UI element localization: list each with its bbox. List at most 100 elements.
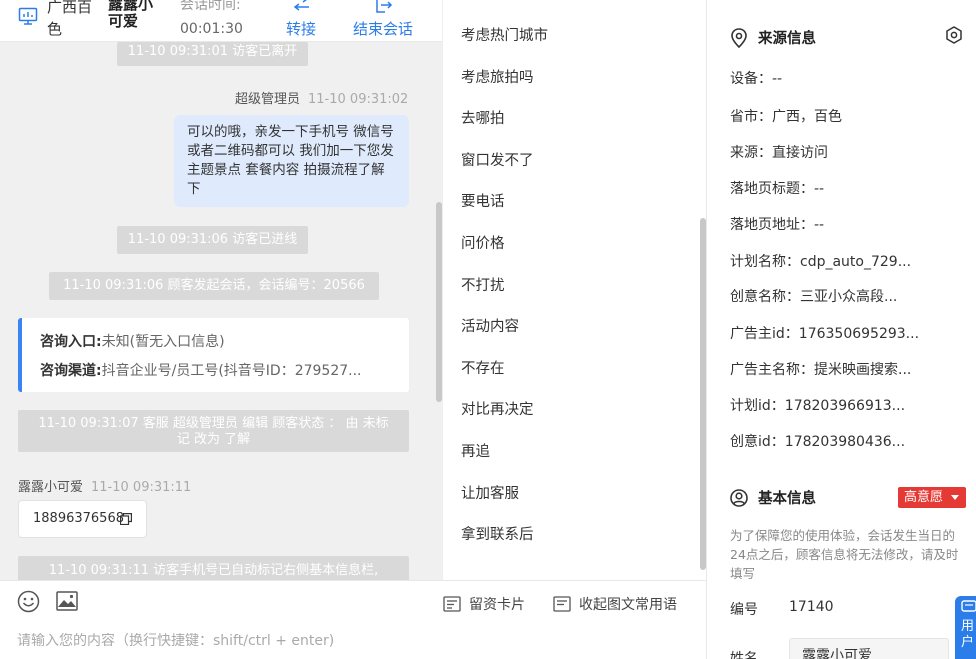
source-info-value: -- [772,71,783,87]
transfer-button[interactable]: 转接 [285,0,317,40]
quick-phrase-item[interactable]: 考虑热门城市 [461,26,548,46]
chat-header: 广西百色 露露小可爱 会话时间: 00:01:30 转接 结束会话 [0,0,442,42]
quick-phrase-item[interactable]: 问价格 [461,234,505,254]
phone-number-text: 18896376568 [33,511,124,526]
source-info-value: 178203980436... [784,434,906,450]
source-info-label: 计划id： [730,398,785,414]
quick-phrase-item[interactable]: 不打扰 [461,276,505,296]
emoji-icon[interactable] [17,590,40,613]
card-icon [443,596,461,612]
source-info-row: 计划id：178203966913... [730,395,970,415]
lead-card-button[interactable]: 留资卡片 [443,594,525,614]
source-info-row: 创意名称：三亚小众高段... [730,286,970,306]
source-info-value: 三亚小众高段... [800,289,898,305]
customer-id-label: 编号 [730,602,758,618]
user-circle-icon [730,488,748,507]
quick-phrase-item[interactable]: 窗口发不了 [461,151,534,171]
quick-phrase-item[interactable]: 不存在 [461,359,505,379]
quick-phrase-item[interactable]: 让加客服 [461,484,519,504]
quick-phrase-item[interactable]: 拿到联系后 [461,525,534,545]
source-info-label: 创意id： [730,434,785,450]
quick-phrase-item[interactable]: 考虑旅拍吗 [461,68,534,88]
image-icon[interactable] [56,591,78,611]
source-info-row: 省市：广西，百色 [730,106,970,126]
quick-phrase-item[interactable]: 再追 [461,442,490,462]
message-time: 11-10 09:31:02 [308,92,409,107]
consult-entry-label: 咨询入口: [40,334,102,350]
lead-card-label: 留资卡片 [469,597,525,613]
consult-channel-value: 抖音企业号/员工号(抖音号ID：279527... [101,363,362,379]
source-info-value: 提米映画搜索... [814,362,912,378]
transfer-label: 转接 [285,20,316,38]
system-message: 11-10 09:31:01 访客已离开 [117,42,308,66]
customer-name-label: 姓名 [730,651,758,659]
customer-id-value: 17140 [789,599,834,615]
quick-phrase-item[interactable]: 去哪拍 [461,109,505,129]
source-info-title: 来源信息 [758,31,816,47]
quick-phrase-item[interactable]: 对比再决定 [461,400,534,420]
collapse-phrases-label: 收起图文常用语 [579,597,677,613]
source-info-row: 计划名称：cdp_auto_729... [730,251,970,271]
chat-help-icon [961,600,976,612]
source-info-header: 来源信息 [730,27,816,48]
caret-down-icon [951,495,959,500]
consult-entry-row: 咨询入口:未知(暂无入口信息) [40,328,391,357]
system-message: 11-10 09:31:06 访客已进线 [117,226,308,254]
source-info-row: 广告主名称：提米映画搜索... [730,359,970,379]
system-message: 11-10 09:31:07 客服 超级管理员 编辑 顾客状态 ： 由 未标记 … [18,410,409,452]
intent-level-dropdown[interactable]: 高意愿 [898,487,966,508]
source-info-label: 创意名称： [730,289,800,305]
quick-phrase-item[interactable]: 要电话 [461,192,505,212]
desktop-icon [18,7,38,25]
message-input[interactable] [17,633,617,649]
edit-notice: 为了保障您的使用体验，会话发生当日的24点之后，顾客信息将无法修改，请及时填写 [730,528,959,581]
exit-icon [376,0,393,13]
agent-message-bubble: 可以的哦，亲发一下手机号 微信号或者二维码都可以 我们加一下您发主题景点 套餐内… [174,115,409,207]
source-info-label: 设备： [730,71,772,87]
source-info-value: -- [814,181,825,197]
session-time-label: 会话时间: [180,0,241,13]
transfer-icon [293,0,309,11]
source-info-label: 落地页标题： [730,181,814,197]
quick-phrase-item[interactable]: 活动内容 [461,317,519,337]
source-info-value: 广西，百色 [772,109,842,125]
source-info-row: 创意id：178203980436... [730,431,970,451]
source-info-label: 广告主名称： [730,362,814,378]
consult-channel-label: 咨询渠道: [40,363,102,379]
agent-message-meta: 超级管理员 11-10 09:31:02 [235,88,408,107]
source-info-value: 178203966913... [784,398,906,414]
source-info-label: 广告主id： [730,326,799,342]
chat-panel: 广西百色 露露小可爱 会话时间: 00:01:30 转接 结束会话 11-10 … [0,0,442,659]
message-time: 11-10 09:31:11 [91,480,192,495]
copy-icon[interactable] [120,513,132,525]
source-info-label: 落地页地址： [730,217,814,233]
consult-entry-value: 未知(暂无入口信息) [101,334,225,350]
floating-help-button[interactable]: 用户 [955,596,976,659]
source-info-label: 计划名称： [730,254,800,270]
chat-input-area: 留资卡片 收起图文常用语 [0,580,706,659]
end-session-button[interactable]: 结束会话 [351,0,415,40]
sender-name: 超级管理员 [235,92,301,107]
settings-icon[interactable] [945,26,963,44]
visitor-name: 露露小可爱 [108,0,154,30]
consult-info-card: 咨询入口:未知(暂无入口信息) 咨询渠道:抖音企业号/员工号(抖音号ID：279… [18,318,409,392]
phrases-icon [553,596,571,612]
quick-phrases-panel: 考虑热门城市 考虑旅拍吗去哪拍窗口发不了要电话问价格不打扰活动内容不存在对比再决定… [442,0,706,580]
visitor-message-bubble: 18896376568 [18,500,147,538]
floating-help-label: 用户 [961,619,975,650]
source-info-row: 落地页地址：-- [730,214,970,234]
source-info-label: 来源： [730,145,772,161]
consult-channel-row: 咨询渠道:抖音企业号/员工号(抖音号ID：279527... [40,357,391,386]
system-message: 11-10 09:31:06 顾客发起会话，会话编号：20566 [49,272,379,300]
end-session-label: 结束会话 [352,20,413,38]
source-info-value: cdp_auto_729... [800,254,912,270]
message-list[interactable]: 11-10 09:31:01 访客已离开 超级管理员 11-10 09:31:02… [0,42,442,580]
session-time-value: 00:01:30 [180,21,243,37]
location-pin-icon [731,27,747,48]
sender-name: 露露小可爱 [18,480,84,495]
collapse-phrases-button[interactable]: 收起图文常用语 [553,594,677,614]
source-info-row: 来源：直接访问 [730,142,970,162]
customer-name-field[interactable]: 露露小可爱 [789,638,949,659]
customer-info-panel: 来源信息 设备：-- 省市：广西，百色 来源：直接访问 落地页标题：-- 落地页地址：-… [706,0,976,659]
source-info-value: 176350695293... [798,326,920,342]
